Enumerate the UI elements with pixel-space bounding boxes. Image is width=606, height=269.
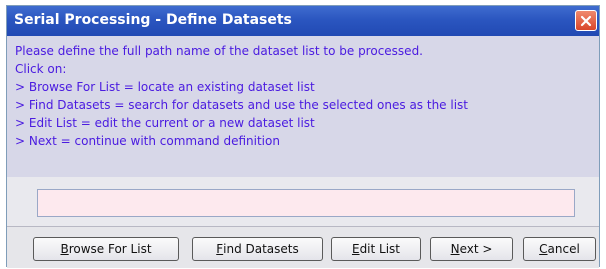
instruction-line: Click on: <box>15 62 67 76</box>
instruction-line: Please define the full path name of the … <box>15 44 423 58</box>
window-title: Serial Processing - Define Datasets <box>14 12 292 28</box>
cancel-label: ancel <box>547 242 580 256</box>
close-button[interactable] <box>575 10 597 31</box>
instruction-line: > Edit List = edit the current or a new … <box>15 116 315 130</box>
next-label: ext > <box>459 242 493 256</box>
instruction-line: > Find Datasets = search for datasets an… <box>15 98 468 112</box>
instructions-panel: Please define the full path name of the … <box>7 36 599 177</box>
cancel-mnemonic: C <box>539 242 548 256</box>
edit-label: dit List <box>359 242 401 256</box>
dataset-path-input[interactable] <box>37 189 575 217</box>
cancel-button[interactable]: Cancel <box>523 237 596 261</box>
find-datasets-button[interactable]: Find Datasets <box>192 237 323 261</box>
title-bar[interactable]: Serial Processing - Define Datasets <box>7 6 599 36</box>
instruction-line: > Next = continue with command definitio… <box>15 134 280 148</box>
find-label: ind Datasets <box>223 242 299 256</box>
browse-mnemonic: B <box>60 242 69 256</box>
button-bar: Browse For List Find Datasets Edit List … <box>7 226 599 268</box>
browse-for-list-button[interactable]: Browse For List <box>33 237 179 261</box>
edit-list-button[interactable]: Edit List <box>331 237 421 261</box>
next-button[interactable]: Next > <box>430 237 513 261</box>
next-mnemonic: N <box>450 242 460 256</box>
find-mnemonic: F <box>216 242 224 256</box>
close-icon <box>580 15 592 26</box>
edit-mnemonic: E <box>351 242 360 256</box>
browse-label: rowse For List <box>68 242 152 256</box>
dialog-window: Serial Processing - Define Datasets Plea… <box>6 5 600 268</box>
instruction-line: > Browse For List = locate an existing d… <box>15 80 315 94</box>
